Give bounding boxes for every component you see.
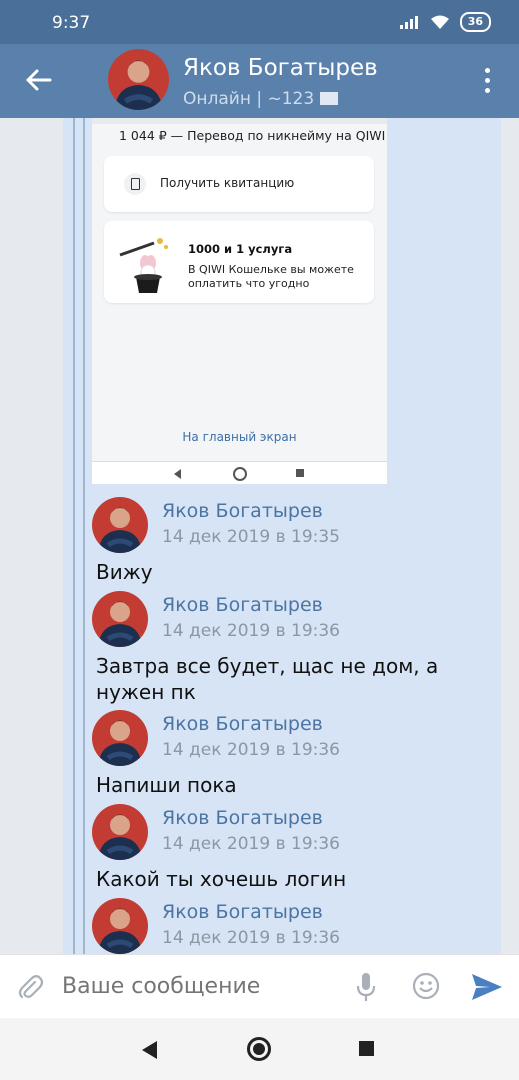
status-bar: 9:37 36 [0, 0, 519, 44]
message-date: 14 дек 2019 в 19:36 [162, 928, 341, 948]
message-text: Завтра все будет, щас не дом, а нужен пк [96, 654, 439, 704]
sender-avatar[interactable] [92, 710, 148, 766]
screenshot-back-icon [174, 469, 181, 479]
home-screen-link: На главный экран [182, 430, 297, 444]
send-icon[interactable] [470, 971, 504, 1003]
message-text: Напиши пока [96, 773, 237, 797]
screenshot-home-icon [233, 467, 247, 481]
system-nav-bar [0, 1018, 519, 1080]
message-text: Какой ты хочешь логин [96, 867, 347, 891]
status-time: 9:37 [52, 13, 91, 33]
more-vert-icon[interactable] [485, 68, 491, 98]
envelope-icon [320, 92, 339, 105]
sender-avatar[interactable] [92, 591, 148, 647]
message-input[interactable] [62, 974, 332, 999]
message-date: 14 дек 2019 в 19:35 [162, 527, 341, 547]
emoji-icon[interactable] [411, 971, 441, 1001]
sender-name[interactable]: Яков Богатырев [162, 807, 323, 829]
battery-icon: 36 [459, 12, 491, 32]
nav-home-icon[interactable] [247, 1037, 271, 1061]
promo-card: 1000 и 1 услуга В QIWI Кошельке вы может… [104, 221, 374, 303]
sender-avatar[interactable] [92, 898, 148, 954]
message-date: 14 дек 2019 в 19:36 [162, 740, 341, 760]
signal-icon [399, 16, 418, 29]
screenshot-top-strip [92, 118, 387, 124]
sender-avatar[interactable] [92, 497, 148, 553]
sender-name[interactable]: Яков Богатырев [162, 594, 323, 616]
transaction-line: 1 044 ₽ — Перевод по никнейму на QIWI К.… [119, 128, 387, 143]
contact-avatar[interactable] [108, 49, 169, 110]
status-icons: 36 [399, 12, 491, 32]
message-composer [0, 954, 519, 1019]
magic-hat-icon [119, 238, 168, 293]
sender-name[interactable]: Яков Богатырев [162, 500, 323, 522]
screenshot-navbar [92, 461, 387, 484]
sender-avatar[interactable] [92, 804, 148, 860]
contact-status-text: Онлайн | ~123 [183, 89, 315, 109]
nav-recent-icon[interactable] [359, 1041, 374, 1056]
promo-title: 1000 и 1 услуга [188, 242, 293, 256]
back-arrow-icon[interactable] [24, 66, 52, 94]
chat-area[interactable]: 1 044 ₽ — Перевод по никнейму на QIWI К.… [0, 118, 519, 954]
wifi-icon [430, 15, 449, 29]
microphone-icon[interactable] [352, 971, 380, 1003]
message-text: Вижу [96, 560, 153, 584]
promo-desc: В QIWI Кошельке вы можете оплатить что у… [188, 263, 354, 290]
receipt-label: Получить квитанцию [160, 176, 295, 190]
message-date: 14 дек 2019 в 19:36 [162, 621, 341, 641]
nav-back-icon[interactable] [142, 1041, 157, 1059]
sender-name[interactable]: Яков Богатырев [162, 713, 323, 735]
receipt-card: Получить квитанцию [104, 156, 374, 212]
attach-icon[interactable] [16, 973, 44, 1001]
chat-header: Яков Богатырев Онлайн | ~123 [0, 44, 519, 118]
screenshot-recent-icon [296, 469, 304, 477]
receipt-icon [124, 173, 146, 195]
attached-screenshot[interactable]: 1 044 ₽ — Перевод по никнейму на QIWI К.… [92, 118, 387, 484]
message-date: 14 дек 2019 в 19:36 [162, 834, 341, 854]
contact-name[interactable]: Яков Богатырев [183, 55, 378, 81]
forward-quote-lines [73, 118, 85, 954]
sender-name[interactable]: Яков Богатырев [162, 901, 323, 923]
contact-status: Онлайн | ~123 [183, 89, 339, 109]
